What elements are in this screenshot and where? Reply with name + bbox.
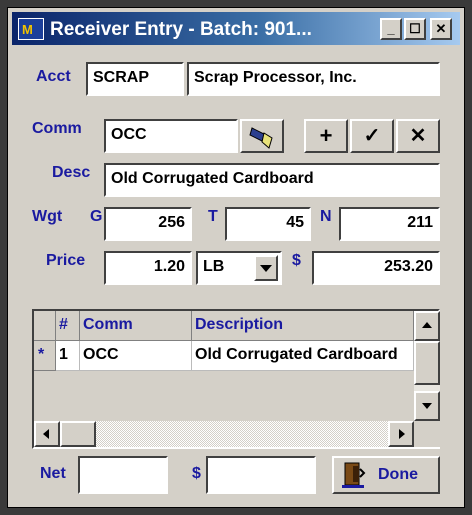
- table-row-comm[interactable]: OCC: [80, 341, 192, 371]
- scroll-right-button[interactable]: [388, 421, 414, 447]
- add-button[interactable]: +: [304, 119, 348, 153]
- tare-label: T: [208, 208, 218, 225]
- flashlight-lookup-button[interactable]: [240, 119, 284, 153]
- window-title: Receiver Entry - Batch: 901...: [50, 19, 312, 40]
- scrollbar-corner: [414, 421, 440, 447]
- accept-button[interactable]: ✓: [350, 119, 394, 153]
- comm-label: Comm: [32, 120, 82, 137]
- maximize-button[interactable]: ☐: [404, 18, 426, 40]
- wgt-label: Wgt: [32, 208, 63, 225]
- grid-header-num[interactable]: #: [56, 311, 80, 341]
- done-label: Done: [378, 466, 418, 483]
- desc-label: Desc: [52, 164, 91, 181]
- unit-dropdown-button[interactable]: [254, 255, 278, 281]
- scroll-up-button[interactable]: [414, 311, 440, 341]
- cancel-button[interactable]: ✕: [396, 119, 440, 153]
- door-exit-icon: [342, 462, 366, 488]
- desc-field[interactable]: Old Corrugated Cardboard: [104, 163, 440, 197]
- grid-header-description[interactable]: Description: [192, 311, 414, 341]
- scroll-down-button[interactable]: [414, 391, 440, 421]
- price-field[interactable]: 1.20: [104, 251, 192, 285]
- arrow-up-icon: [422, 322, 432, 328]
- acct-label: Acct: [36, 68, 71, 85]
- acct-code-field[interactable]: SCRAP: [86, 62, 184, 96]
- table-row-description[interactable]: Old Corrugated Cardboard: [192, 341, 414, 371]
- arrow-left-icon: [43, 429, 49, 439]
- minimize-button[interactable]: _: [380, 18, 402, 40]
- comm-field[interactable]: OCC: [104, 119, 238, 153]
- net-weight-field[interactable]: 211: [339, 207, 440, 241]
- scroll-left-button[interactable]: [34, 421, 60, 447]
- gross-weight-field[interactable]: 256: [104, 207, 192, 241]
- dollar-total-field[interactable]: [206, 456, 316, 494]
- app-icon: M: [18, 18, 44, 40]
- grid-header-comm[interactable]: Comm: [80, 311, 192, 341]
- table-row-num[interactable]: 1: [56, 341, 80, 371]
- flashlight-icon: [249, 127, 273, 149]
- svg-text:M: M: [22, 22, 33, 37]
- price-label: Price: [46, 252, 86, 269]
- horizontal-scroll-thumb[interactable]: [60, 421, 96, 447]
- footer-dollar-label: $: [192, 465, 201, 482]
- done-button[interactable]: Done: [332, 456, 440, 494]
- arrow-right-icon: [399, 429, 405, 439]
- grid-corner-header: [34, 311, 56, 341]
- chevron-down-icon: [260, 265, 272, 272]
- vertical-scroll-thumb[interactable]: [414, 341, 440, 385]
- total-field[interactable]: 253.20: [312, 251, 440, 285]
- net-total-field[interactable]: [78, 456, 168, 494]
- close-window-button[interactable]: ✕: [430, 18, 452, 40]
- arrow-down-icon: [422, 403, 432, 409]
- net-label: Net: [40, 465, 66, 482]
- row-marker[interactable]: *: [34, 341, 56, 371]
- gross-label: G: [90, 208, 103, 225]
- tare-weight-field[interactable]: 45: [225, 207, 311, 241]
- acct-name-field[interactable]: Scrap Processor, Inc.: [187, 62, 440, 96]
- net-weight-label: N: [320, 208, 332, 225]
- total-dollar-label: $: [292, 252, 301, 269]
